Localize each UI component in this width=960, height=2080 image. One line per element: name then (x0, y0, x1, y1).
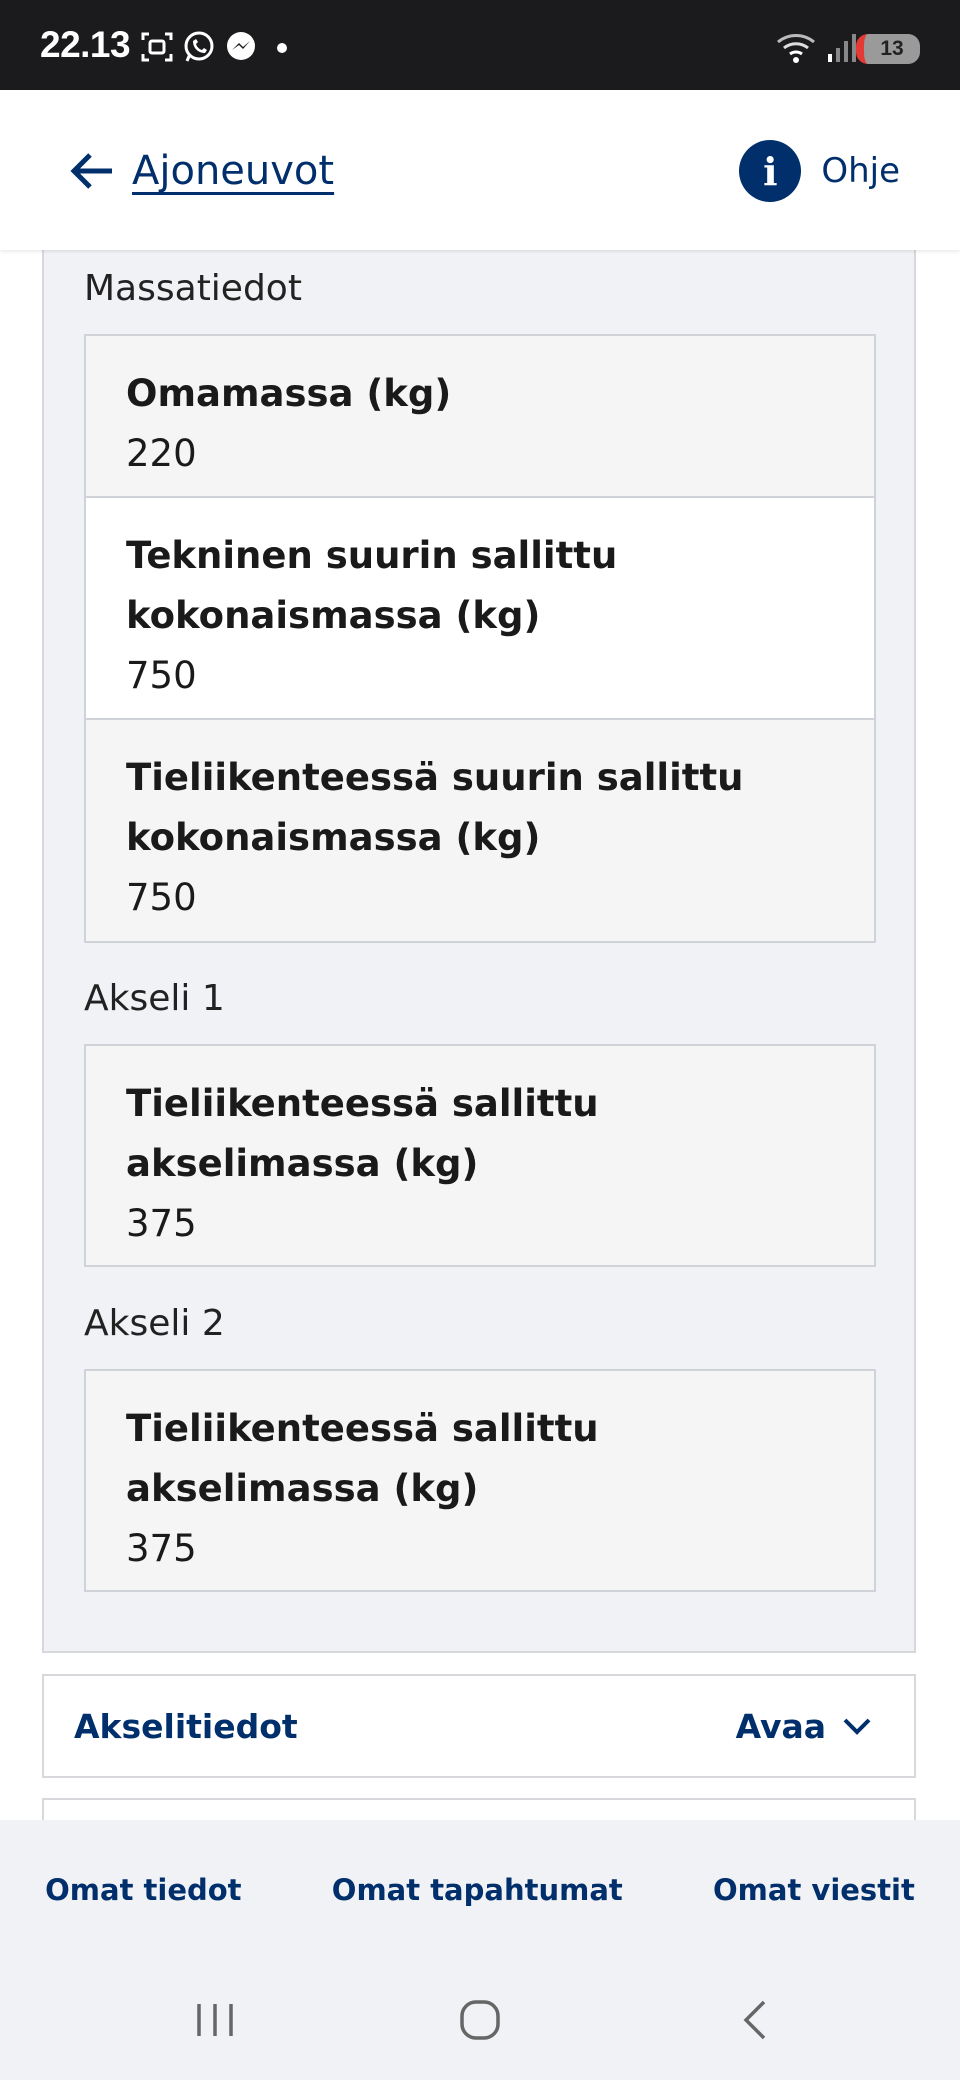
mass-row: Omamassa (kg) 220 (86, 336, 874, 496)
wifi-icon (777, 34, 815, 63)
axle-row: Tieliikenteessä sallittu akselimassa (kg… (86, 1046, 874, 1265)
accordion-toggle-label: Avaa (735, 1706, 826, 1746)
axle-row-label: Tieliikenteessä sallittu akselimassa (kg… (126, 1082, 599, 1185)
battery-indicator: 13 (856, 34, 920, 64)
info-icon: i (739, 140, 802, 202)
nav-own-messages[interactable]: Omat viestit (713, 1873, 915, 1907)
back-link[interactable]: Ajoneuvot (70, 148, 334, 194)
app-header: Ajoneuvot i Ohje (0, 90, 960, 250)
mass-row-value: 750 (126, 654, 197, 697)
nav-own-info[interactable]: Omat tiedot (45, 1873, 241, 1907)
axle-row-label: Tieliikenteessä sallittu akselimassa (kg… (126, 1407, 599, 1510)
axle-row-value: 375 (126, 1527, 197, 1570)
mass-row-value: 220 (126, 432, 197, 475)
home-icon[interactable] (458, 1998, 502, 2042)
signal-icon (828, 34, 856, 62)
status-time: 22.13 (40, 24, 131, 65)
mass-row-label: Tekninen suurin sallittu kokonaismassa (… (126, 534, 618, 637)
axle-2-card: Tieliikenteessä sallittu akselimassa (kg… (84, 1369, 876, 1592)
arrow-left-icon (70, 153, 112, 189)
axle-row-value: 375 (126, 1202, 197, 1245)
status-bar: 22.13 13 (0, 0, 960, 90)
mass-row-label: Tieliikenteessä suurin sallittu kokonais… (126, 756, 744, 859)
vehicle-details-content[interactable]: Massatiedot Omamassa (kg) 220 Tekninen s… (0, 250, 960, 1820)
recent-apps-icon[interactable] (193, 1998, 237, 2042)
accordion-open-button[interactable]: Avaa (736, 1707, 872, 1746)
screenshot-icon (141, 32, 173, 62)
mass-row: Tekninen suurin sallittu kokonaismassa (… (86, 496, 874, 718)
accordion-title: Akselitiedot (74, 1706, 298, 1746)
axle-2-title: Akseli 2 (84, 1303, 225, 1344)
back-icon[interactable] (734, 1998, 778, 2042)
whatsapp-icon (184, 31, 214, 62)
mass-row-value: 750 (126, 876, 197, 919)
notification-dot-icon (277, 43, 287, 53)
chevron-down-icon (843, 1718, 871, 1735)
help-button[interactable]: i Ohje (739, 140, 900, 202)
messenger-icon (227, 32, 255, 60)
next-accordion[interactable] (42, 1798, 916, 1820)
nav-own-events[interactable]: Omat tapahtumat (332, 1873, 623, 1907)
back-link-label: Ajoneuvot (132, 148, 335, 194)
mass-row-label: Omamassa (kg) (126, 372, 452, 415)
bottom-navigation: Omat tiedot Omat tapahtumat Omat viestit (0, 1820, 960, 1960)
axle-1-card: Tieliikenteessä sallittu akselimassa (kg… (84, 1044, 876, 1267)
axle-info-accordion[interactable]: Akselitiedot Avaa (42, 1674, 916, 1778)
axle-row: Tieliikenteessä sallittu akselimassa (kg… (86, 1371, 874, 1590)
system-navigation-bar (0, 1960, 960, 2080)
axle-1-title: Akseli 1 (84, 978, 225, 1019)
mass-card: Omamassa (kg) 220 Tekninen suurin sallit… (84, 334, 876, 943)
mass-row: Tieliikenteessä suurin sallittu kokonais… (86, 718, 874, 941)
help-label: Ohje (821, 151, 900, 191)
mass-section-title: Massatiedot (84, 268, 302, 309)
